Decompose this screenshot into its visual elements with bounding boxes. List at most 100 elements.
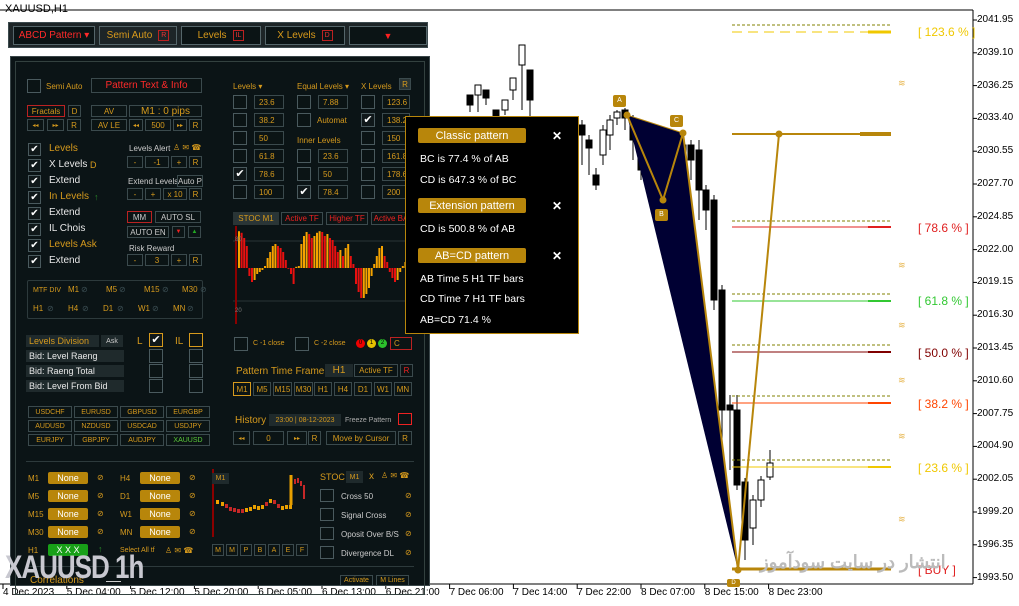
close-abcd-icon[interactable]: ✕: [552, 249, 562, 263]
inner-level-value-0[interactable]: 23.6: [318, 149, 348, 163]
mtf-toggle-icon[interactable]: ⊘: [162, 285, 169, 294]
symbol-button-gbpusd[interactable]: GBPUSD: [120, 406, 164, 418]
forward-button[interactable]: ▸▸: [47, 119, 64, 131]
l-division-checkbox[interactable]: ✔: [149, 333, 163, 347]
av-button[interactable]: AV: [91, 105, 127, 117]
mini-button-4[interactable]: A: [268, 544, 280, 556]
timeframe-button-M15[interactable]: M15: [273, 382, 292, 396]
extension-pattern-header[interactable]: Extension pattern: [418, 198, 526, 213]
level-value-1[interactable]: 38.2: [254, 113, 284, 127]
semi-auto-checkbox[interactable]: [27, 79, 41, 93]
checklist-checkbox-5[interactable]: ✔: [28, 223, 41, 236]
mini-button-3[interactable]: B: [254, 544, 266, 556]
tf-status-value-D1[interactable]: None: [140, 490, 180, 502]
extend-minus-button[interactable]: -: [127, 188, 143, 200]
automat-checkbox[interactable]: [297, 113, 311, 127]
extend-reset-button[interactable]: R: [189, 188, 202, 200]
fractals-d-button[interactable]: D: [68, 105, 81, 117]
av-rewind-button[interactable]: ◂◂: [129, 119, 143, 131]
level-value-2[interactable]: 50: [254, 131, 284, 145]
division-il-checkbox-0[interactable]: [189, 349, 203, 363]
symbol-button-usdjpy[interactable]: USDJPY: [166, 420, 210, 432]
tf-toggle-icon[interactable]: ⊘: [97, 527, 104, 536]
mini-button-0[interactable]: M: [212, 544, 224, 556]
x-level-value-0[interactable]: 123.6: [382, 95, 410, 109]
x-level-checkbox-3[interactable]: [361, 149, 375, 163]
timeframe-button-M1[interactable]: M1: [233, 382, 251, 396]
level-checkbox-5[interactable]: [233, 185, 247, 199]
symbol-button-xauusd[interactable]: XAUUSD: [166, 434, 210, 446]
timeframe-button-D1[interactable]: D1: [354, 382, 372, 396]
mtf-toggle-icon[interactable]: ⊘: [119, 285, 126, 294]
symbol-button-nzdusd[interactable]: NZDUSD: [74, 420, 118, 432]
symbol-button-eurjpy[interactable]: EURJPY: [28, 434, 72, 446]
x-level-checkbox-0[interactable]: [361, 95, 375, 109]
timeframe-button-M30[interactable]: M30: [294, 382, 313, 396]
symbol-button-eurgbp[interactable]: EURGBP: [166, 406, 210, 418]
mtf-toggle-icon[interactable]: ⊘: [117, 304, 124, 313]
timeframe-button-MN[interactable]: MN: [394, 382, 412, 396]
tf-toggle-icon[interactable]: ⊘: [189, 527, 196, 536]
tf-status-value-M30[interactable]: None: [48, 526, 88, 538]
activate-button[interactable]: Activate: [340, 575, 373, 586]
classic-pattern-header[interactable]: Classic pattern: [418, 128, 526, 143]
timeframe-button-W1[interactable]: W1: [374, 382, 392, 396]
active-tf-button[interactable]: Active TF: [354, 364, 398, 377]
av-le-button[interactable]: AV LE: [91, 119, 127, 131]
arrow-up-button[interactable]: ▲: [188, 226, 201, 238]
symbol-button-eurusd[interactable]: EURUSD: [74, 406, 118, 418]
mtf-toggle-icon[interactable]: ⊘: [152, 304, 159, 313]
inner-level-checkbox-1[interactable]: [297, 167, 311, 181]
level-checkbox-1[interactable]: [233, 113, 247, 127]
x-level-checkbox-1[interactable]: ✔: [361, 113, 375, 127]
stoc-option-checkbox-1[interactable]: [320, 508, 334, 521]
ptf-reset-button[interactable]: R: [400, 364, 413, 377]
symbol-button-gbpjpy[interactable]: GBPJPY: [74, 434, 118, 446]
division-il-checkbox-1[interactable]: [189, 364, 203, 378]
alert-icons[interactable]: ♙ ✉ ☎: [165, 546, 193, 555]
level-value-0[interactable]: 23.6: [254, 95, 284, 109]
tf-toggle-icon[interactable]: ⊘: [189, 509, 196, 518]
alert-minus-button[interactable]: -: [127, 156, 143, 168]
extend-x10-button[interactable]: x 10: [163, 188, 187, 200]
tf-toggle-icon[interactable]: ⊘: [97, 491, 104, 500]
tf-status-value-W1[interactable]: None: [140, 508, 180, 520]
symbol-button-usdcad[interactable]: USDCAD: [120, 420, 164, 432]
av-reset-button[interactable]: R: [189, 119, 202, 131]
ask-button[interactable]: Ask: [101, 335, 123, 347]
extend-plus-button[interactable]: +: [145, 188, 161, 200]
rr-reset-button[interactable]: R: [189, 254, 202, 266]
symbol-button-audjpy[interactable]: AUDJPY: [120, 434, 164, 446]
rr-minus-button[interactable]: -: [127, 254, 143, 266]
stoc-toggle-icon[interactable]: ⊘: [405, 548, 412, 557]
stoc-toggle-icon[interactable]: ⊘: [405, 529, 412, 538]
mtf-toggle-icon[interactable]: ⊘: [81, 285, 88, 294]
tf-status-value-H4[interactable]: None: [140, 472, 180, 484]
mini-button-1[interactable]: M: [226, 544, 238, 556]
checklist-checkbox-7[interactable]: ✔: [28, 255, 41, 268]
mini-button-2[interactable]: P: [240, 544, 252, 556]
tf-toggle-icon[interactable]: ⊘: [189, 491, 196, 500]
tf-status-value-M5[interactable]: None: [48, 490, 88, 502]
level-value-3[interactable]: 61.8: [254, 149, 284, 163]
division-l-checkbox-0[interactable]: [149, 349, 163, 363]
level-checkbox-0[interactable]: [233, 95, 247, 109]
inner-level-value-2[interactable]: 78.4: [318, 185, 348, 199]
fractals-button[interactable]: Fractals: [27, 105, 65, 117]
checklist-checkbox-3[interactable]: ✔: [28, 191, 41, 204]
freeze-pattern-checkbox[interactable]: [398, 413, 412, 425]
mini-button-5[interactable]: E: [282, 544, 294, 556]
level-value-4[interactable]: 78.6: [254, 167, 284, 181]
mtf-toggle-icon[interactable]: ⊘: [200, 285, 207, 294]
stoc-tab-2[interactable]: Higher TF: [326, 212, 368, 225]
cursor-reset-button[interactable]: R: [398, 431, 412, 445]
tf-toggle-icon[interactable]: ⊘: [97, 473, 104, 482]
equal-level-value[interactable]: 7.88: [318, 95, 348, 109]
alert-plus-button[interactable]: +: [171, 156, 187, 168]
checklist-checkbox-6[interactable]: ✔: [28, 239, 41, 252]
pattern-text-info-button[interactable]: Pattern Text & Info: [91, 78, 202, 93]
auto-en-button[interactable]: AUTO EN: [127, 226, 169, 238]
abcd-pattern-header[interactable]: AB=CD pattern: [418, 248, 526, 263]
rr-plus-button[interactable]: +: [171, 254, 187, 266]
mm-button[interactable]: MM: [127, 211, 152, 223]
